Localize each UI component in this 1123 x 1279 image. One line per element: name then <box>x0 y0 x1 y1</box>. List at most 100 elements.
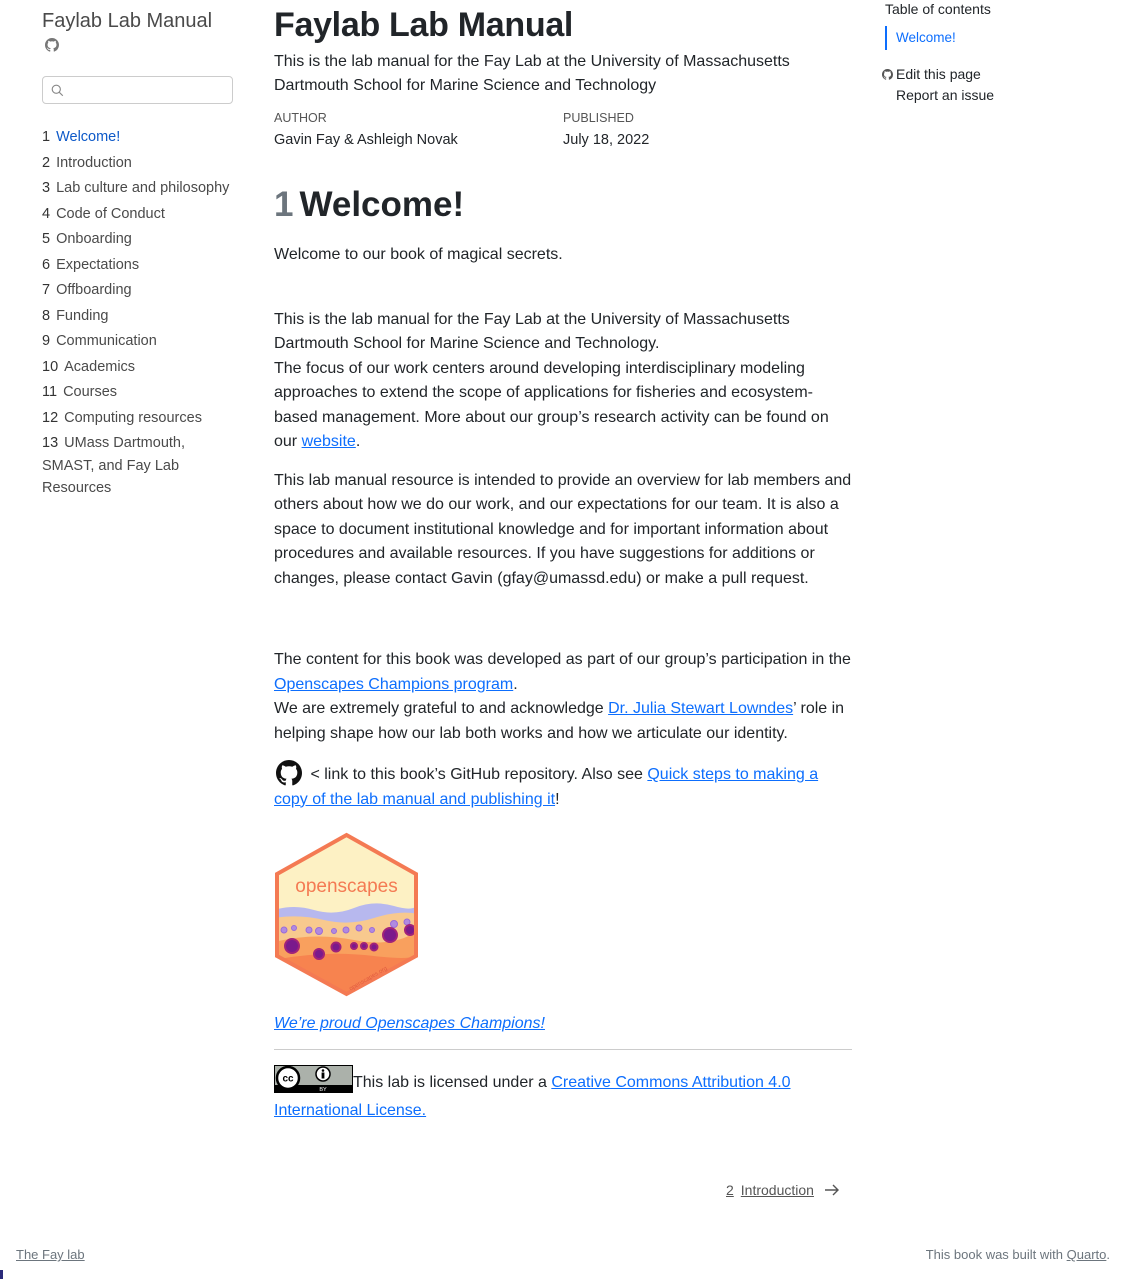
fay-lab-link[interactable]: The Fay lab <box>16 1247 85 1262</box>
intro-line-1: This is the lab manual for the Fay Lab a… <box>274 310 790 353</box>
chapter-label: Lab culture and philosophy <box>56 180 230 196</box>
chapter-label: Funding <box>56 307 109 324</box>
search-input[interactable] <box>43 77 232 103</box>
sidebar-item-academics[interactable]: 10 Academics <box>42 356 234 379</box>
license-text: This lab is licensed under a <box>353 1074 552 1091</box>
sidebar-item-welcome[interactable]: 1 Welcome! <box>42 126 234 149</box>
sidebar-item-offboarding[interactable]: 7 Offboarding <box>42 279 234 302</box>
author-heading: AUTHOR <box>274 111 327 125</box>
sidebar-item-lab-culture[interactable]: 3 Lab culture and philosophy <box>42 177 234 200</box>
chapter-label: Communication <box>56 333 157 349</box>
sidebar-item-communication[interactable]: 9 Communication <box>42 330 234 353</box>
chapter-label: Onboarding <box>56 231 132 247</box>
chapter-label: Courses <box>63 384 118 400</box>
footer-right: This book was built with Quarto. <box>926 1247 1110 1262</box>
sidebar-item-code-of-conduct[interactable]: 4 Code of Conduct <box>42 203 234 226</box>
edit-this-page-link[interactable]: Edit this page <box>882 64 1082 85</box>
sidebar-item-computing-resources[interactable]: 12 Computing resources <box>42 407 234 430</box>
search-box[interactable] <box>42 76 233 104</box>
title-meta: AUTHOR Gavin Fay & Ashleigh Novak PUBLIS… <box>274 110 854 151</box>
resource-paragraph: This lab manual resource is intended to … <box>274 471 852 587</box>
divider <box>274 1049 852 1050</box>
github-repo-icon[interactable] <box>276 760 302 786</box>
chapter-number: 13 <box>42 435 59 451</box>
report-issue-link[interactable]: Report an issue <box>882 85 1082 106</box>
author-block: AUTHOR Gavin Fay & Ashleigh Novak <box>274 110 563 151</box>
github-exclaim: ! <box>555 790 560 808</box>
github-icon[interactable] <box>42 38 64 56</box>
chapter-number: 4 <box>42 205 51 222</box>
chapter-number: 9 <box>42 333 51 349</box>
author-value: Gavin Fay & Ashleigh Novak <box>274 132 458 148</box>
sidebar-item-onboarding[interactable]: 5 Onboarding <box>42 228 234 251</box>
chapter-label: Expectations <box>56 256 140 273</box>
published-heading: PUBLISHED <box>563 111 634 125</box>
corner-mark <box>0 1270 3 1279</box>
content-period: . <box>513 675 518 693</box>
chapter-number: 12 <box>42 409 59 426</box>
footer-period: . <box>1106 1247 1110 1262</box>
chapter-number: 8 <box>42 307 51 324</box>
chapter-list: 1 Welcome! 2 Introduction 3 Lab culture and… <box>42 126 234 500</box>
chapter-label: Computing resources <box>64 409 202 426</box>
page-subtitle: This is the lab manual for the Fay Lab a… <box>274 53 790 94</box>
chapter-number: 2 <box>42 154 51 171</box>
sidebar-item-expectations[interactable]: 6 Expectations <box>42 254 234 277</box>
quarto-link[interactable]: Quarto <box>1067 1247 1107 1262</box>
chapter-number: 7 <box>42 282 51 298</box>
chapter-number: 6 <box>42 256 51 273</box>
chapter-label: Academics <box>64 358 136 375</box>
chapter-heading-title: Welcome! <box>299 185 465 224</box>
sidebar-item-funding[interactable]: 8 Funding <box>42 305 234 328</box>
next-chapter-number: 2 <box>726 1182 734 1198</box>
chapter-number: 1 <box>42 129 51 145</box>
edit-this-page-label: Edit this page <box>896 66 981 82</box>
julia-lowndes-link[interactable]: Dr. Julia Stewart Lowndes <box>608 700 793 717</box>
sidebar-item-introduction[interactable]: 2 Introduction <box>42 152 234 175</box>
chapter-label: Introduction <box>56 154 132 171</box>
published-value: July 18, 2022 <box>563 132 650 148</box>
chapter-number: 5 <box>42 231 51 247</box>
main-content: Faylab Lab Manual This is the lab manual… <box>274 0 854 1125</box>
chapter-label: Offboarding <box>56 282 132 298</box>
cc-by-badge-icon[interactable]: cc BY <box>274 1065 353 1093</box>
toc-title: Table of contents <box>885 1 991 17</box>
sidebar-item-umass-resources[interactable]: 13 UMass Dartmouth, SMAST, and Fay Lab Re… <box>42 432 234 500</box>
sidebar-title[interactable]: Faylab Lab Manual <box>42 8 234 34</box>
by-text: BY <box>319 1087 327 1093</box>
chapter-label: Code of Conduct <box>56 205 165 222</box>
content-text: The content for this book was developed … <box>274 651 851 668</box>
sidebar-item-courses[interactable]: 11 Courses <box>42 381 234 404</box>
search-icon <box>51 84 64 97</box>
page-title: Faylab Lab Manual <box>274 6 574 44</box>
chapter-number: 3 <box>42 180 51 196</box>
welcome-paragraph: Welcome to our book of magical secrets. <box>274 246 563 263</box>
toc-actions: Edit this page Report an issue <box>882 64 1082 106</box>
chapter-number: 11 <box>42 384 58 400</box>
figure-caption: We’re proud Openscapes Champions! <box>274 1015 854 1033</box>
built-with-text: This book was built with <box>925 1247 1067 1262</box>
toc-item-welcome[interactable]: Welcome! <box>896 30 956 45</box>
openscapes-champions-link[interactable]: We’re proud Openscapes Champions! <box>274 1015 545 1032</box>
license-paragraph: cc BY This lab is licensed under a Creat… <box>274 1065 854 1125</box>
openscapes-logo: openscapes openscapes.org <box>275 832 418 997</box>
next-chapter-link[interactable]: 2 Introduction <box>726 1182 840 1198</box>
intro-period: . <box>355 433 361 450</box>
openscapes-program-link[interactable]: Openscapes Champions program <box>274 676 513 693</box>
next-chapter-label: Introduction <box>740 1182 814 1198</box>
cc-text: cc <box>282 1074 294 1085</box>
chapter-label: UMass Dartmouth, SMAST, and Fay Lab Reso… <box>42 435 186 496</box>
chapter-number: 10 <box>42 358 59 375</box>
logo-text: openscapes <box>295 876 397 897</box>
github-icon <box>882 68 896 82</box>
arrow-right-icon <box>824 1184 839 1196</box>
sidebar: Faylab Lab Manual 1 Welcome! 2 Introductio… <box>42 8 234 503</box>
published-block: PUBLISHED July 18, 2022 <box>563 110 852 151</box>
toc-list: Welcome! <box>885 26 1082 50</box>
table-of-contents: Table of contents Welcome! Edit this pag… <box>882 0 1082 106</box>
grateful-text: We are extremely grateful to and acknowl… <box>274 700 609 717</box>
footer-left: The Fay lab <box>16 1247 85 1262</box>
website-link[interactable]: website <box>302 433 356 450</box>
chapter-heading-number: 1 <box>274 185 294 224</box>
intro-paragraph: This is the lab manual for the Fay Lab a… <box>274 308 854 455</box>
